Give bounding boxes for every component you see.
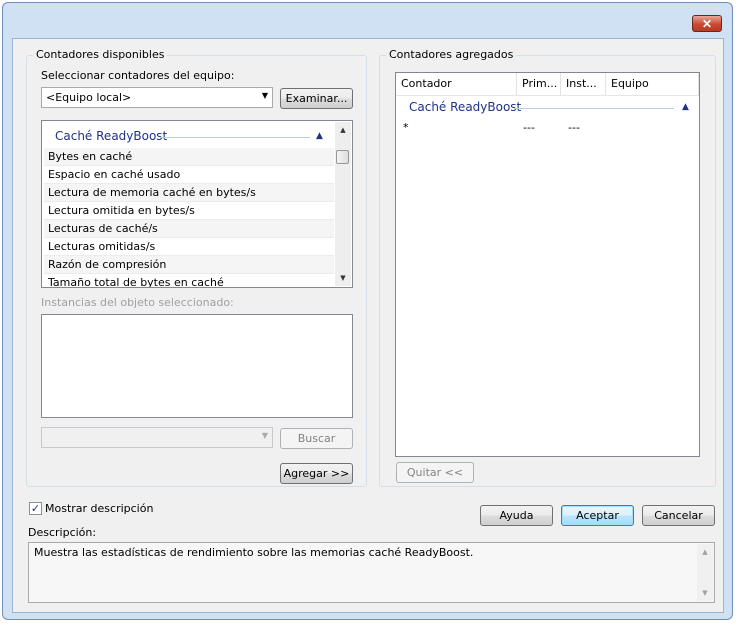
dialog-window: ✕ Contadores disponibles Seleccionar con… <box>2 2 733 620</box>
show-description-checkbox[interactable]: ✓ <box>29 502 42 515</box>
select-computer-label: Seleccionar contadores del equipo: <box>41 69 235 82</box>
dropdown-arrow-icon: ▼ <box>261 431 268 440</box>
close-button[interactable]: ✕ <box>692 15 722 32</box>
scroll-up-icon[interactable]: ▲ <box>697 544 713 560</box>
computer-combo-value: <Equipo local> <box>46 91 132 104</box>
collapse-group-icon[interactable]: ▲ <box>316 131 323 141</box>
computer-combo[interactable]: <Equipo local> ▼ <box>41 87 273 108</box>
add-button[interactable]: Agregar >> <box>280 463 353 484</box>
description-scrollbar[interactable]: ▲ ▼ <box>697 544 713 601</box>
counter-group-header[interactable]: Caché ReadyBoost <box>55 129 167 143</box>
added-counters-list[interactable]: Contador Prim... Inst... Equipo Caché Re… <box>395 72 700 457</box>
group-divider <box>514 108 674 109</box>
close-icon: ✕ <box>701 17 713 31</box>
counter-row[interactable]: Lectura de memoria caché en bytes/s <box>44 184 334 202</box>
added-counter-row[interactable]: * --- --- <box>396 119 699 137</box>
available-counters-group: Contadores disponibles Seleccionar conta… <box>26 48 367 487</box>
show-description-label[interactable]: Mostrar descripción <box>45 502 153 515</box>
description-text: Muestra las estadísticas de rendimiento … <box>34 546 474 559</box>
column-header-bar: Contador Prim... Inst... Equipo <box>396 73 699 96</box>
checkmark-icon: ✓ <box>30 502 41 515</box>
dialog-client-area: Contadores disponibles Seleccionar conta… <box>12 38 724 613</box>
counter-row[interactable]: Lectura omitida en bytes/s <box>44 202 334 220</box>
search-button[interactable]: Buscar <box>280 428 353 449</box>
column-header-parent[interactable]: Prim... <box>517 73 561 95</box>
cancel-button[interactable]: Cancelar <box>642 505 715 526</box>
browse-button[interactable]: Examinar... <box>280 88 353 109</box>
added-group-header[interactable]: Caché ReadyBoost <box>409 100 521 114</box>
scroll-down-icon[interactable]: ▼ <box>697 585 713 601</box>
scroll-up-icon[interactable]: ▲ <box>335 122 351 138</box>
added-counter-parent: --- <box>523 121 535 134</box>
ok-button[interactable]: Aceptar <box>561 505 634 526</box>
added-counter-name: * <box>403 121 409 134</box>
added-counters-label: Contadores agregados <box>386 48 517 61</box>
collapse-group-icon[interactable]: ▲ <box>682 102 689 112</box>
column-header-counter[interactable]: Contador <box>396 73 517 95</box>
description-label: Descripción: <box>28 526 97 539</box>
scroll-down-icon[interactable]: ▼ <box>335 270 351 286</box>
title-bar: ✕ <box>3 3 732 33</box>
counters-scrollbar[interactable]: ▲ ▼ <box>335 122 351 286</box>
remove-button[interactable]: Quitar << <box>396 462 474 483</box>
counter-row[interactable]: Lecturas omitidas/s <box>44 238 334 256</box>
counter-row[interactable]: Tamaño total de bytes en caché <box>44 274 334 287</box>
description-box: Muestra las estadísticas de rendimiento … <box>28 542 715 603</box>
counter-row[interactable]: Espacio en caché usado <box>44 166 334 184</box>
added-counter-instance: --- <box>568 121 580 134</box>
column-header-computer[interactable]: Equipo <box>606 73 699 95</box>
group-divider <box>160 137 310 138</box>
scroll-thumb[interactable] <box>336 150 349 164</box>
instances-list[interactable] <box>41 314 353 418</box>
column-header-instance[interactable]: Inst... <box>561 73 606 95</box>
instances-search-combo[interactable]: ▼ <box>41 427 273 448</box>
available-counters-label: Contadores disponibles <box>33 48 168 61</box>
dropdown-arrow-icon: ▼ <box>261 91 268 100</box>
counter-row[interactable]: Lecturas de caché/s <box>44 220 334 238</box>
help-button[interactable]: Ayuda <box>480 505 553 526</box>
counter-row[interactable]: Bytes en caché <box>44 148 334 166</box>
counters-list[interactable]: Caché ReadyBoost ▲ Bytes en caché Espaci… <box>41 120 353 288</box>
instances-label: Instancias del objeto seleccionado: <box>41 296 234 309</box>
added-counters-group: Contadores agregados Contador Prim... In… <box>379 48 716 487</box>
counter-row[interactable]: Razón de compresión <box>44 256 334 274</box>
